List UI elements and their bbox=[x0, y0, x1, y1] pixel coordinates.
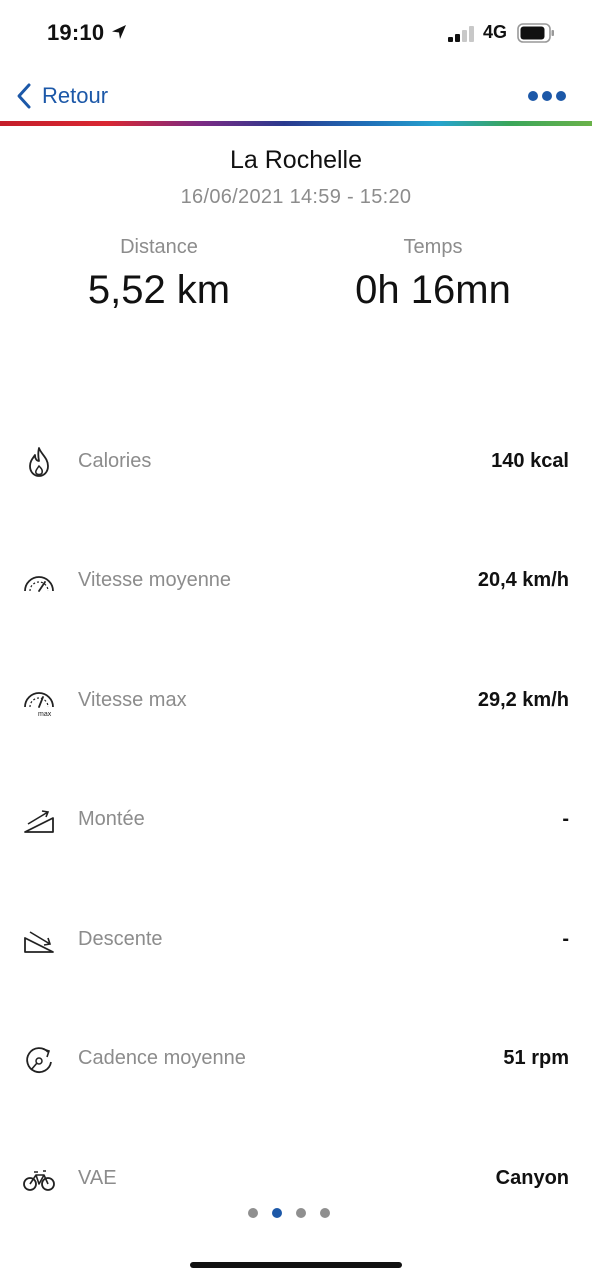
metric-value: - bbox=[562, 808, 569, 830]
battery-icon bbox=[517, 23, 554, 43]
speedometer-max-icon: max bbox=[24, 692, 54, 717]
metric-label: Vitesse moyenne bbox=[78, 569, 232, 591]
cadence-icon bbox=[26, 1047, 52, 1073]
navigation-bar: Retour bbox=[0, 66, 592, 122]
status-time: 19:10 bbox=[47, 20, 105, 45]
back-label: Retour bbox=[42, 83, 109, 108]
flame-icon bbox=[29, 447, 49, 477]
network-type: 4G bbox=[483, 22, 508, 42]
page-dot[interactable] bbox=[248, 1208, 258, 1218]
metric-value: 51 rpm bbox=[503, 1047, 569, 1069]
page-dot-active[interactable] bbox=[272, 1208, 282, 1218]
metric-row-calories: Calories 140 kcal bbox=[0, 432, 592, 492]
icon-caption: max bbox=[38, 711, 52, 717]
chevron-left-icon bbox=[17, 83, 31, 109]
page-dot[interactable] bbox=[296, 1208, 306, 1218]
status-bar: 19:10 4G bbox=[0, 0, 592, 66]
bicycle-icon bbox=[23, 1170, 55, 1191]
brand-color-strip bbox=[0, 121, 592, 126]
metric-label: Descente bbox=[78, 928, 163, 950]
metric-value: 20,4 km/h bbox=[477, 569, 569, 591]
metric-value: 140 kcal bbox=[491, 450, 569, 472]
metric-label: Cadence moyenne bbox=[78, 1047, 246, 1069]
cellular-signal-icon bbox=[448, 26, 474, 42]
speedometer-icon bbox=[24, 576, 54, 592]
metric-row-cadence-moyenne: Cadence moyenne 51 rpm bbox=[0, 1029, 592, 1089]
metric-label: Montée bbox=[78, 808, 145, 830]
home-indicator[interactable] bbox=[190, 1262, 402, 1268]
page-dot[interactable] bbox=[320, 1208, 330, 1218]
page-indicator bbox=[248, 1208, 348, 1222]
time-value: 0h 16mn bbox=[355, 268, 511, 312]
metric-label: VAE bbox=[78, 1167, 117, 1189]
metric-value: Canyon bbox=[495, 1167, 569, 1189]
location-arrow-icon bbox=[112, 25, 126, 39]
metric-value: - bbox=[562, 928, 569, 950]
ride-date-range: 16/06/2021 14:59 - 15:20 bbox=[180, 186, 412, 208]
metric-row-montee: Montée - bbox=[0, 790, 592, 850]
distance-value: 5,52 km bbox=[87, 268, 231, 312]
distance-label: Distance bbox=[120, 236, 198, 258]
ride-title: La Rochelle bbox=[229, 146, 363, 174]
ascent-icon bbox=[24, 810, 54, 833]
time-label: Temps bbox=[403, 236, 463, 258]
metric-label: Calories bbox=[78, 450, 152, 472]
metric-value: 29,2 km/h bbox=[477, 689, 569, 711]
metric-row-vitesse-max: max Vitesse max 29,2 km/h bbox=[0, 671, 592, 731]
metric-row-vae: VAE Canyon bbox=[0, 1149, 592, 1209]
descent-icon bbox=[24, 931, 54, 953]
metric-label: Vitesse max bbox=[78, 689, 187, 711]
metric-row-descente: Descente - bbox=[0, 910, 592, 970]
metric-row-vitesse-moyenne: Vitesse moyenne 20,4 km/h bbox=[0, 551, 592, 611]
back-button[interactable]: Retour bbox=[14, 80, 108, 112]
more-options-icon[interactable] bbox=[526, 88, 568, 104]
